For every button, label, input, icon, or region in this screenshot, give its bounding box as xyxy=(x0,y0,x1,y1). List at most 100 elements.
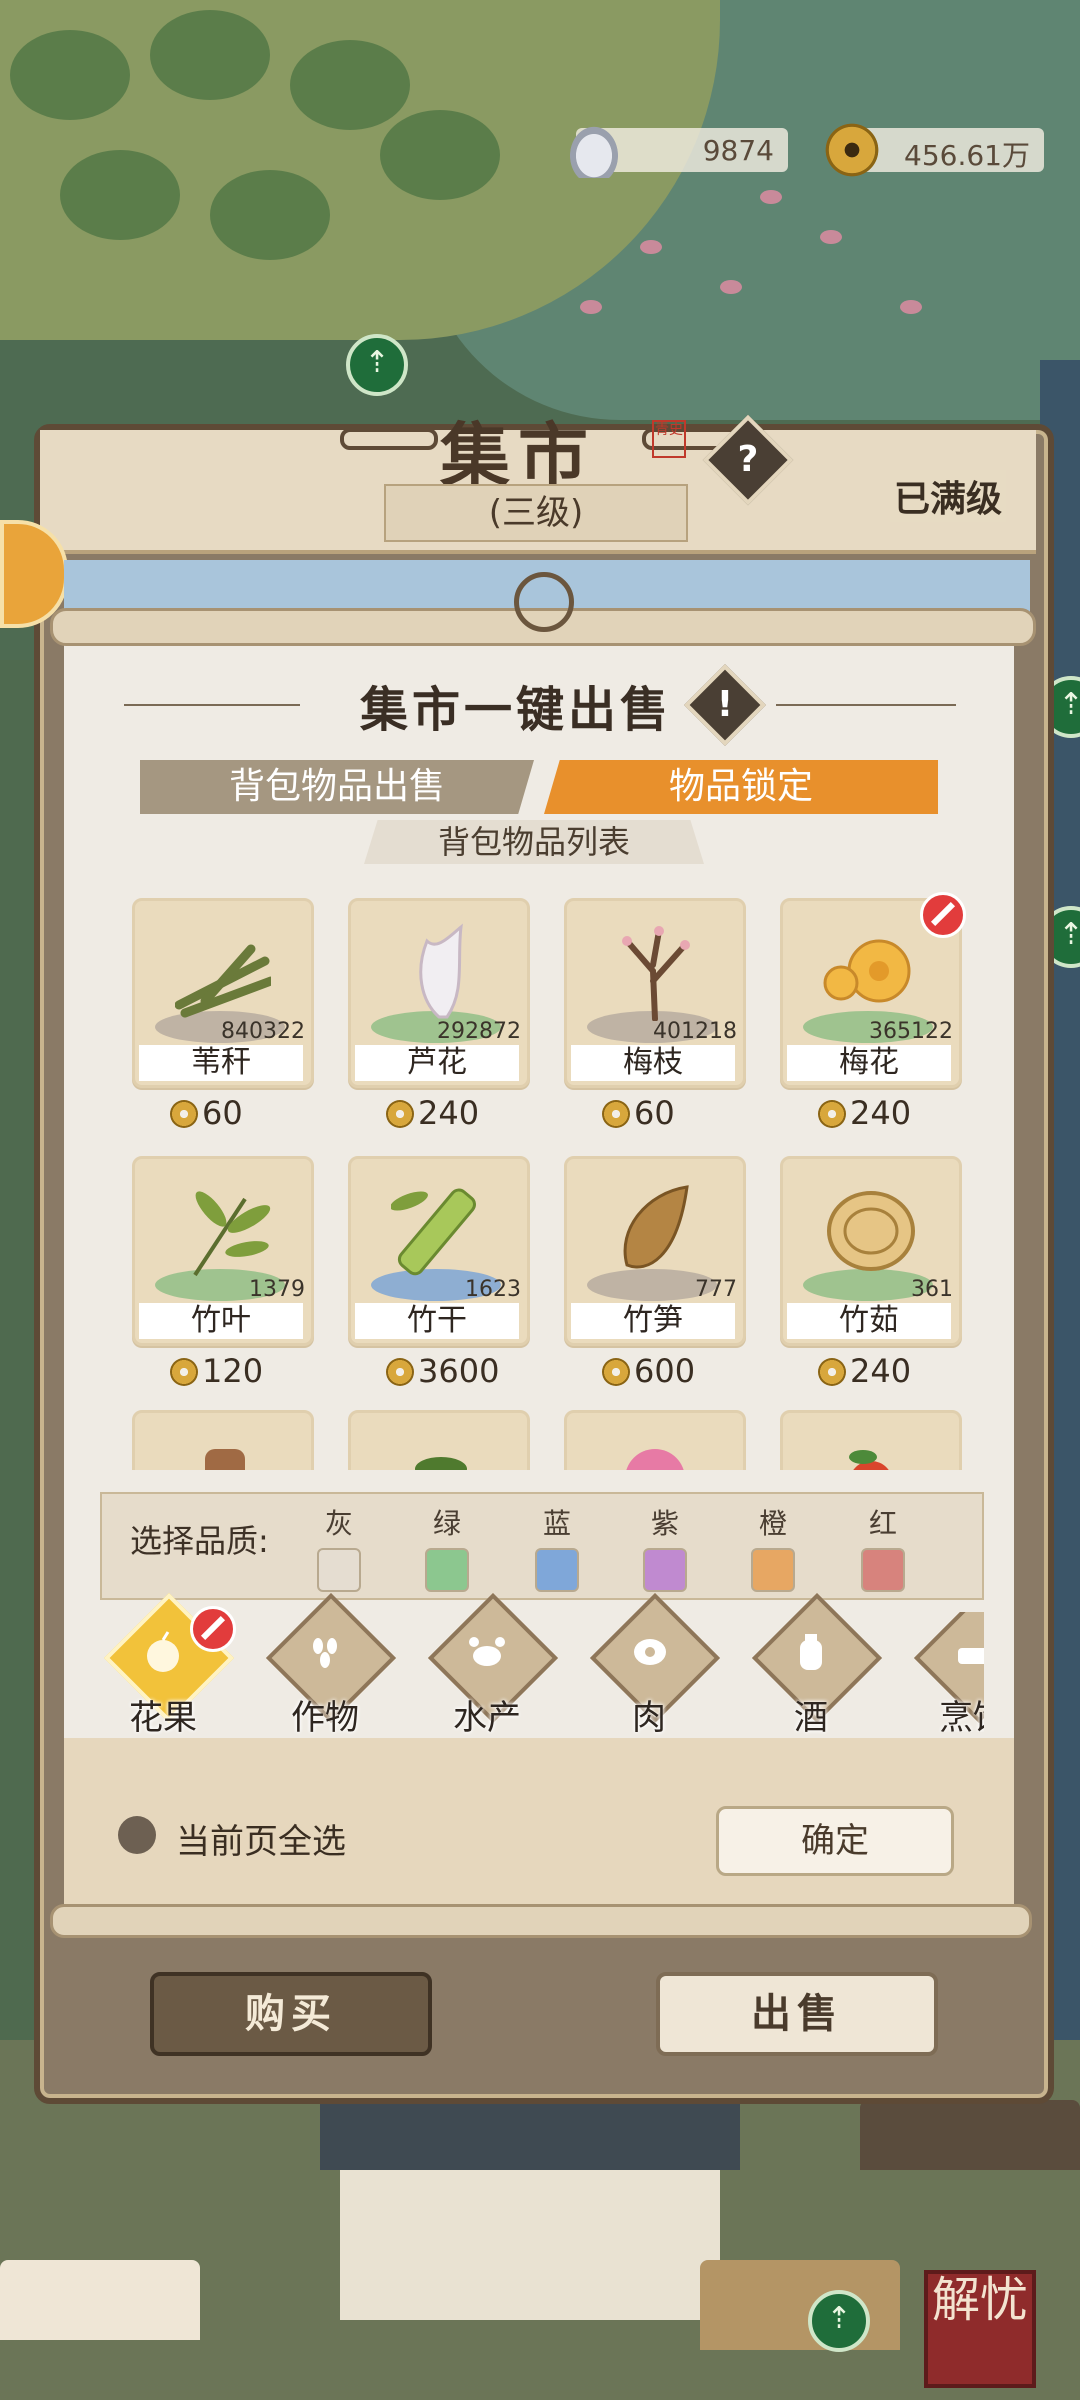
item-quantity: 1379 xyxy=(249,1277,305,1302)
checkbox[interactable] xyxy=(425,1548,469,1592)
item-name: 竹茹 xyxy=(787,1303,951,1339)
coin-icon xyxy=(818,1100,846,1128)
cooking-pot-icon xyxy=(958,1648,984,1664)
buy-button[interactable]: 购买 xyxy=(150,1972,432,2056)
sell-button[interactable]: 出售 xyxy=(656,1972,938,2056)
bamboo-shavings-icon xyxy=(827,1191,915,1271)
item-quantity: 777 xyxy=(695,1277,737,1302)
quality-blue[interactable]: 蓝 xyxy=(532,1502,582,1592)
checkbox[interactable] xyxy=(535,1548,579,1592)
coin-icon xyxy=(170,1358,198,1386)
item-price: 240 xyxy=(386,1094,479,1132)
tab-item-lock[interactable]: 物品锁定 xyxy=(544,760,938,814)
category-wine[interactable]: 酒 xyxy=(746,1592,883,1738)
coin-counter: 456.61万 xyxy=(824,122,1044,178)
list-title: 背包物品列表 xyxy=(364,820,704,864)
crab-icon xyxy=(469,1637,505,1666)
quality-red[interactable]: 红 xyxy=(858,1502,908,1592)
question-icon: ? xyxy=(737,439,759,480)
quality-purple[interactable]: 紫 xyxy=(640,1502,690,1592)
silver-amount: 9874 xyxy=(702,134,774,167)
wine-jar-icon xyxy=(800,1634,822,1670)
item-quantity: 361 xyxy=(911,1277,953,1302)
silver-counter: 9874 xyxy=(566,122,788,178)
item-name: 竹笋 xyxy=(571,1303,735,1339)
item-price: 600 xyxy=(602,1352,695,1390)
item-card: 840322 苇秆 xyxy=(132,898,314,1088)
title-divider xyxy=(124,704,300,706)
category-cooking[interactable]: 烹饪 xyxy=(908,1612,984,1732)
red-fruit-icon xyxy=(849,1450,889,1470)
plum-branch-icon xyxy=(622,926,690,1021)
lock-ban-icon[interactable] xyxy=(190,1606,236,1652)
item-quantity: 292872 xyxy=(437,1019,521,1044)
select-all-radio[interactable] xyxy=(118,1816,156,1854)
item-name: 竹干 xyxy=(355,1303,519,1339)
category-aquatic[interactable]: 水产 xyxy=(422,1592,559,1738)
coin-icon xyxy=(818,1358,846,1386)
panel-title: 集市一键出售 xyxy=(360,682,673,738)
max-level-badge: 已满级 xyxy=(890,470,1007,522)
checkbox[interactable] xyxy=(317,1548,361,1592)
left-buildings xyxy=(0,660,34,2060)
lock-ban-icon[interactable] xyxy=(920,892,966,938)
coin-icon xyxy=(602,1358,630,1386)
category-crops[interactable]: 作物 xyxy=(260,1592,397,1738)
item-card: 401218 梅枝 xyxy=(564,898,746,1088)
item-grid: 840322 苇秆 60 292872 芦花 240 401218 梅枝 60 … xyxy=(64,880,1014,1470)
meat-icon xyxy=(634,1639,666,1665)
item-name: 苇秆 xyxy=(139,1045,303,1081)
reed-flower-icon xyxy=(419,923,463,1019)
quality-orange[interactable]: 橙 xyxy=(748,1502,798,1592)
coin-icon xyxy=(170,1100,198,1128)
leaf-icon xyxy=(415,1457,467,1470)
quality-gray[interactable]: 灰 xyxy=(314,1502,364,1592)
checkbox[interactable] xyxy=(643,1548,687,1592)
seal-stamp: 青史 xyxy=(652,420,686,458)
coin-icon xyxy=(386,1358,414,1386)
item-card: 361 竹茹 xyxy=(780,1156,962,1346)
title-divider xyxy=(776,704,956,706)
item-card: 292872 芦花 xyxy=(348,898,530,1088)
item-card: 1379 竹叶 xyxy=(132,1156,314,1346)
checkbox[interactable] xyxy=(861,1548,905,1592)
item-name: 梅枝 xyxy=(571,1045,735,1081)
quality-label: 选择品质: xyxy=(130,1522,269,1560)
item-quantity: 840322 xyxy=(221,1019,305,1044)
item-quantity: 365122 xyxy=(869,1019,953,1044)
bamboo-stalk-icon xyxy=(391,1188,476,1276)
market-level: (三级) xyxy=(384,484,688,542)
confirm-button[interactable]: 确定 xyxy=(716,1806,954,1876)
wheat-icon xyxy=(313,1638,337,1668)
exclamation-icon: ! xyxy=(716,684,734,725)
item-price: 240 xyxy=(818,1352,911,1390)
coin-amount: 456.61万 xyxy=(904,139,1030,172)
category-meat[interactable]: 肉 xyxy=(584,1592,721,1738)
silver-ingot-icon xyxy=(566,122,622,178)
tab-bag-sell[interactable]: 背包物品出售 xyxy=(140,760,534,814)
item-card: 1623 竹干 xyxy=(348,1156,530,1346)
quality-filter: 选择品质: 灰 绿 蓝 紫 橙 红 xyxy=(100,1492,984,1600)
coin-icon xyxy=(386,1100,414,1128)
bamboo-leaf-icon xyxy=(193,1191,271,1277)
quality-green[interactable]: 绿 xyxy=(422,1502,472,1592)
fruit-icon xyxy=(147,1631,179,1672)
jieyou-stamp-button[interactable]: 解忧 xyxy=(924,2270,1036,2388)
coin-icon xyxy=(602,1100,630,1128)
copper-coin-icon xyxy=(824,122,880,178)
item-name: 芦花 xyxy=(355,1045,519,1081)
pink-flower-icon xyxy=(626,1449,684,1470)
upgrade-arrow-icon[interactable]: ⇡ xyxy=(808,2290,870,2352)
checkbox[interactable] xyxy=(751,1548,795,1592)
item-price: 60 xyxy=(602,1094,675,1132)
upgrade-arrow-icon[interactable]: ⇡ xyxy=(346,334,408,396)
item-name: 竹叶 xyxy=(139,1303,303,1339)
item-price: 3600 xyxy=(386,1352,499,1390)
select-all-label[interactable]: 当前页全选 xyxy=(176,1814,346,1863)
item-card: 777 竹笋 xyxy=(564,1156,746,1346)
panel-bottom-rod xyxy=(50,1904,1032,1938)
item-quantity: 401218 xyxy=(653,1019,737,1044)
reed-stalk-icon xyxy=(175,944,271,1018)
root-icon xyxy=(205,1449,245,1470)
item-name: 梅花 xyxy=(787,1045,951,1081)
